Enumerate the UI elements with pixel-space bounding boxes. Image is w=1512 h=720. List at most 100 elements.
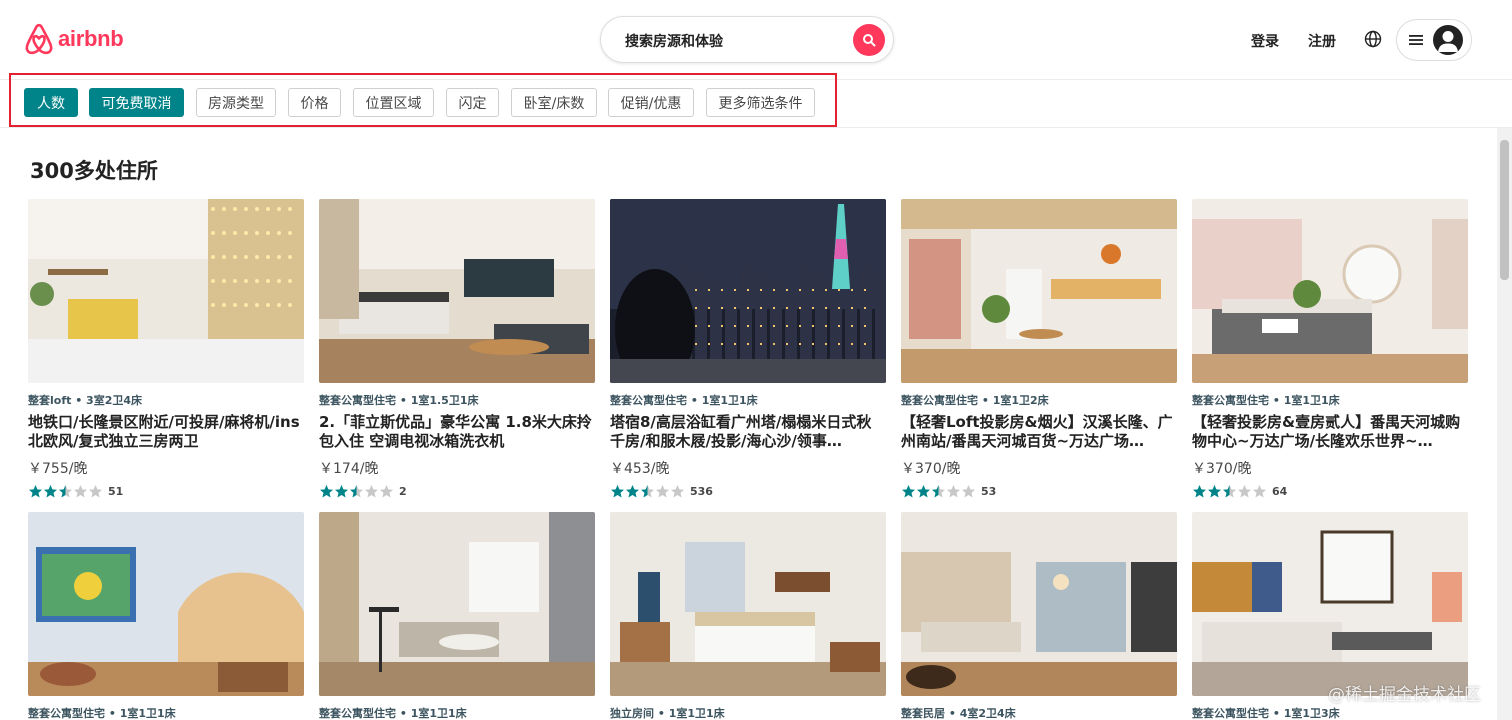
listing-card[interactable]: 整套公寓型住宅 • 1室1卫1床 [28,512,304,720]
review-count: 536 [690,485,713,498]
listing-rating: 53 [901,484,1177,499]
listing-card[interactable]: 整套公寓型住宅 • 1室1卫1床 塔宿8/高层浴缸看广州塔/榻榻米日式秋千房/和服… [610,199,886,499]
star-icon [656,485,669,498]
globe-icon[interactable] [1363,29,1383,49]
star-icon [89,485,102,498]
listing-rating: 2 [319,484,595,499]
star-icon [1223,485,1236,498]
listing-title[interactable]: 塔宿8/高层浴缸看广州塔/榻榻米日式秋千房/和服木屐/投影/海心沙/领事… [610,413,886,451]
listing-card[interactable]: 独立房间 • 1室1卫1床 [610,512,886,720]
star-rating [28,484,103,499]
listing-price: ￥174/晚 [319,461,379,477]
user-icon [1438,31,1458,52]
listing-card[interactable]: 整套民居 • 4室2卫4床 [901,512,1177,720]
listing-price: ￥370/晚 [901,461,961,477]
listing-type: 整套公寓型住宅 • 1室1卫3床 [1192,707,1340,720]
star-icon [1208,485,1221,498]
filter-chip[interactable]: 位置区域 [353,88,434,117]
filter-chip[interactable]: 价格 [288,88,341,117]
star-icon [962,485,975,498]
listing-rating: 64 [1192,484,1468,499]
star-icon [626,485,639,498]
listing-rating: 536 [610,484,886,499]
listing-photo[interactable] [901,512,1177,696]
star-rating [901,484,976,499]
star-icon [320,485,333,498]
review-count: 51 [108,485,124,498]
listing-photo[interactable] [28,512,304,696]
listing-photo[interactable] [1192,512,1468,696]
filter-chip[interactable]: 房源类型 [196,88,276,117]
listing-card[interactable]: 整套公寓型住宅 • 1室1卫2床【轻奢Loft投影房&烟火】汉溪长隆、广州南站/… [901,199,1177,499]
filter-chip[interactable]: 闪定 [446,88,499,117]
listing-rating: 51 [28,484,304,499]
star-rating [610,484,685,499]
site-header: airbnb 搜索房源和体验 登录 注册 [0,0,1512,80]
listing-card[interactable]: 整套公寓型住宅 • 1室1卫1床 [319,512,595,720]
filter-chip[interactable]: 卧室/床数 [511,88,597,117]
filter-chip[interactable]: 促销/优惠 [608,88,694,117]
star-icon [380,485,393,498]
filter-chip[interactable]: 人数 [24,88,78,117]
star-icon [1238,485,1251,498]
listing-type: 整套loft • 3室2卫4床 [28,394,143,407]
star-icon [350,485,363,498]
listing-type: 整套公寓型住宅 • 1室1卫1床 [28,707,176,720]
star-icon [671,485,684,498]
listing-type: 整套公寓型住宅 • 1室1.5卫1床 [319,394,479,407]
menu-icon [1409,35,1423,45]
star-icon [1253,485,1266,498]
listing-card[interactable]: 整套loft • 3室2卫4床地铁口/长隆景区附近/可投屏/麻将机/ins北欧风… [28,199,304,499]
listing-photo[interactable] [901,199,1177,383]
search-bar[interactable]: 搜索房源和体验 [600,16,894,63]
filter-chip[interactable]: 更多筛选条件 [706,88,815,117]
listing-card[interactable]: 整套公寓型住宅 • 1室1卫1床【轻奢投影房&壹房贰人】番禺天河城购物中心~万达… [1192,199,1468,499]
star-icon [74,485,87,498]
listing-type: 整套公寓型住宅 • 1室1卫2床 [901,394,1049,407]
listing-card[interactable]: 整套公寓型住宅 • 1室1.5卫1床 2.「菲立斯优品」豪华公寓 1.8米大床拎包… [319,199,595,499]
search-button[interactable] [853,24,885,56]
user-menu-button[interactable] [1396,19,1472,61]
listing-photo[interactable] [28,199,304,383]
register-link[interactable]: 注册 [1308,31,1336,51]
star-icon [917,485,930,498]
watermark: @稀土掘金技术社区 [1328,685,1481,705]
listing-type: 整套公寓型住宅 • 1室1卫1床 [1192,394,1340,407]
search-icon [863,34,876,47]
listing-title[interactable]: 【轻奢投影房&壹房贰人】番禺天河城购物中心~万达广场/长隆欢乐世界~… [1192,413,1468,451]
listing-type: 整套民居 • 4室2卫4床 [901,707,1016,720]
airbnb-logo[interactable]: airbnb [24,23,124,55]
star-icon [29,485,42,498]
listing-title[interactable]: 【轻奢Loft投影房&烟火】汉溪长隆、广州南站/番禺天河城百货~万达广场… [901,413,1177,451]
star-icon [902,485,915,498]
review-count: 2 [399,485,407,498]
airbnb-logo-icon [25,23,53,55]
listing-photo[interactable] [610,199,886,383]
scrollbar-thumb[interactable] [1500,140,1509,280]
listing-price: ￥755/晚 [28,461,88,477]
listing-photo[interactable] [1192,199,1468,383]
star-icon [1193,485,1206,498]
star-icon [932,485,945,498]
review-count: 64 [1272,485,1288,498]
listing-photo[interactable] [610,512,886,696]
login-link[interactable]: 登录 [1251,31,1279,51]
listing-price: ￥370/晚 [1192,461,1252,477]
star-icon [641,485,654,498]
logo-text: airbnb [58,26,124,51]
search-placeholder: 搜索房源和体验 [625,34,723,50]
review-count: 53 [981,485,997,498]
listing-type: 独立房间 • 1室1卫1床 [610,707,725,720]
filter-chip[interactable]: 可免费取消 [89,88,184,117]
listing-title[interactable]: 地铁口/长隆景区附近/可投屏/麻将机/ins北欧风/复式独立三房两卫 [28,413,304,451]
listing-type: 整套公寓型住宅 • 1室1卫1床 [319,707,467,720]
listing-title[interactable]: 2.「菲立斯优品」豪华公寓 1.8米大床拎包入住 空调电视冰箱洗衣机 [319,413,595,451]
star-icon [44,485,57,498]
listing-price: ￥453/晚 [610,461,670,477]
star-icon [611,485,624,498]
listing-photo[interactable] [319,512,595,696]
avatar [1433,25,1463,55]
star-icon [59,485,72,498]
star-icon [365,485,378,498]
listing-photo[interactable] [319,199,595,383]
